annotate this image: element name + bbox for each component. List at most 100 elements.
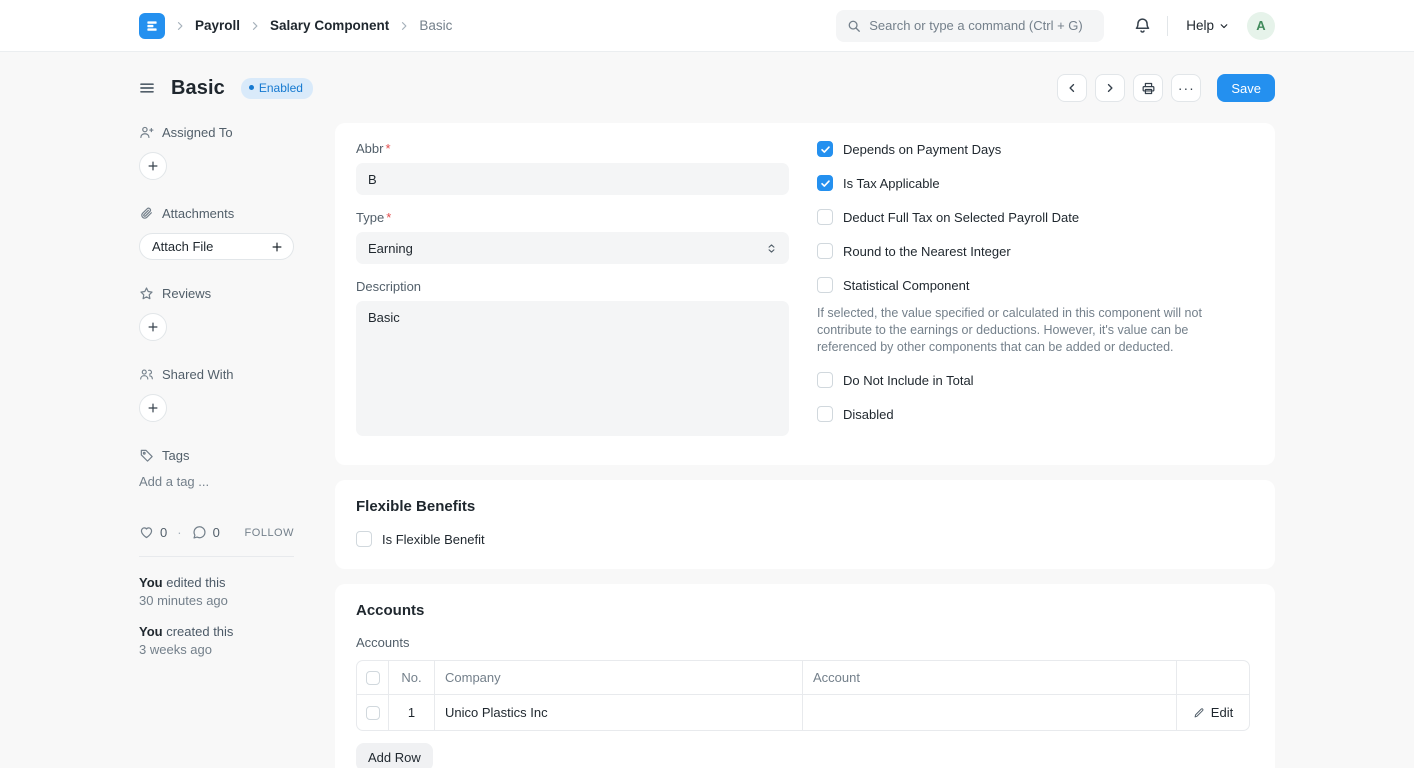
checkbox-box[interactable] xyxy=(817,277,833,293)
checkbox-round-nearest-integer[interactable]: Round to the Nearest Integer xyxy=(817,243,1250,259)
attach-file-button[interactable]: Attach File xyxy=(139,233,294,260)
accounts-field-label: Accounts xyxy=(356,635,1250,650)
checkbox-label: Statistical Component xyxy=(843,278,969,293)
breadcrumb-current: Basic xyxy=(419,18,452,33)
chevron-down-icon xyxy=(1219,21,1229,31)
users-icon xyxy=(139,367,154,382)
checkbox-deduct-full-tax[interactable]: Deduct Full Tax on Selected Payroll Date xyxy=(817,209,1250,225)
checkbox-box[interactable] xyxy=(817,141,833,157)
type-select[interactable]: Earning xyxy=(356,232,789,264)
add-row-button[interactable]: Add Row xyxy=(356,743,433,768)
attachments-label: Attachments xyxy=(162,206,234,221)
help-label: Help xyxy=(1186,18,1214,33)
checkbox-label: Do Not Include in Total xyxy=(843,373,974,388)
comments-count: 0 xyxy=(213,525,220,540)
checkbox-statistical-component[interactable]: Statistical Component xyxy=(817,277,1250,293)
search-input[interactable] xyxy=(869,18,1093,33)
save-button[interactable]: Save xyxy=(1217,74,1275,102)
row-checkbox[interactable] xyxy=(366,706,380,720)
pencil-icon xyxy=(1193,707,1205,719)
row-number: 1 xyxy=(389,695,435,730)
add-share-button[interactable] xyxy=(139,394,167,422)
checkbox-box[interactable] xyxy=(817,175,833,191)
social-row: 0 · 0 FOLLOW xyxy=(139,525,294,540)
activity-edited: You edited this 30 minutes ago xyxy=(139,575,294,609)
chevron-right-icon xyxy=(249,20,261,32)
checkbox-label: Deduct Full Tax on Selected Payroll Date xyxy=(843,210,1079,225)
accounts-section: Accounts Accounts No. Company Account xyxy=(335,584,1275,768)
breadcrumb-salary-component[interactable]: Salary Component xyxy=(270,18,389,33)
column-header-no: No. xyxy=(389,661,435,694)
help-menu[interactable]: Help xyxy=(1186,18,1229,33)
flexible-benefits-title: Flexible Benefits xyxy=(356,498,1250,515)
accounts-title: Accounts xyxy=(356,602,1250,619)
statistical-component-help: If selected, the value specified or calc… xyxy=(817,305,1250,356)
checkbox-is-flexible-benefit[interactable]: Is Flexible Benefit xyxy=(356,531,1250,547)
form-sidebar: Assigned To Attachments Attach File xyxy=(139,123,294,768)
select-all-checkbox[interactable] xyxy=(366,671,380,685)
activity-created: You created this 3 weeks ago xyxy=(139,624,294,658)
checkbox-label: Depends on Payment Days xyxy=(843,142,1001,157)
global-search[interactable] xyxy=(836,10,1104,42)
tags-label: Tags xyxy=(162,448,189,463)
type-label: Type* xyxy=(356,210,789,225)
status-label: Enabled xyxy=(259,81,303,95)
activity-what: created this xyxy=(166,624,233,639)
paperclip-icon xyxy=(139,206,154,221)
abbr-input[interactable] xyxy=(356,163,789,195)
likes-count: 0 xyxy=(160,525,167,540)
checkbox-label: Disabled xyxy=(843,407,894,422)
flexible-benefits-section: Flexible Benefits Is Flexible Benefit xyxy=(335,480,1275,569)
breadcrumb-payroll[interactable]: Payroll xyxy=(195,18,240,33)
user-avatar[interactable]: A xyxy=(1247,12,1275,40)
page-title: Basic xyxy=(171,77,225,100)
checkbox-box[interactable] xyxy=(817,243,833,259)
abbr-label: Abbr* xyxy=(356,141,789,156)
checkbox-box[interactable] xyxy=(817,372,833,388)
select-arrows-icon xyxy=(766,243,777,254)
description-label: Description xyxy=(356,279,789,294)
status-badge: Enabled xyxy=(241,78,313,99)
checkbox-box[interactable] xyxy=(817,209,833,225)
accounts-table: No. Company Account 1 Unico Plastics Inc xyxy=(356,660,1250,731)
description-textarea[interactable]: Basic xyxy=(356,301,789,436)
column-header-company: Company xyxy=(435,661,803,694)
add-review-button[interactable] xyxy=(139,313,167,341)
shared-with-label: Shared With xyxy=(162,367,234,382)
status-dot xyxy=(249,85,254,90)
checkbox-disabled[interactable]: Disabled xyxy=(817,406,1250,422)
checkbox-depends-on-payment-days[interactable]: Depends on Payment Days xyxy=(817,141,1250,157)
add-assignment-button[interactable] xyxy=(139,152,167,180)
table-header-row: No. Company Account xyxy=(357,661,1249,694)
next-record-button[interactable] xyxy=(1095,74,1125,102)
row-company-cell[interactable]: Unico Plastics Inc xyxy=(435,695,803,730)
chevron-right-icon xyxy=(174,20,186,32)
app-logo-icon[interactable] xyxy=(139,13,165,39)
checkbox-box[interactable] xyxy=(356,531,372,547)
edit-label: Edit xyxy=(1211,705,1233,720)
navbar: Payroll Salary Component Basic xyxy=(0,0,1414,52)
attach-file-label: Attach File xyxy=(152,239,213,254)
add-tag-input[interactable]: Add a tag ... xyxy=(139,474,209,489)
checkbox-do-not-include-in-total[interactable]: Do Not Include in Total xyxy=(817,372,1250,388)
row-edit-button[interactable]: Edit xyxy=(1193,705,1233,720)
activity-when: 30 minutes ago xyxy=(139,593,294,609)
print-button[interactable] xyxy=(1133,74,1163,102)
activity-what: edited this xyxy=(166,575,225,590)
heart-icon[interactable] xyxy=(139,525,154,540)
comment-icon[interactable] xyxy=(192,525,207,540)
checkbox-is-tax-applicable[interactable]: Is Tax Applicable xyxy=(817,175,1250,191)
search-icon xyxy=(847,19,861,33)
assign-user-icon xyxy=(139,125,154,140)
checkbox-box[interactable] xyxy=(817,406,833,422)
notifications-bell-icon[interactable] xyxy=(1134,17,1151,34)
more-options-button[interactable]: ··· xyxy=(1171,74,1201,102)
sidebar-toggle-icon[interactable] xyxy=(139,80,155,96)
type-select-value: Earning xyxy=(368,241,413,256)
assigned-to-label: Assigned To xyxy=(162,125,233,140)
activity-who: You xyxy=(139,624,163,639)
row-account-cell[interactable] xyxy=(803,695,1177,730)
activity-who: You xyxy=(139,575,163,590)
previous-record-button[interactable] xyxy=(1057,74,1087,102)
follow-button[interactable]: FOLLOW xyxy=(245,527,294,539)
